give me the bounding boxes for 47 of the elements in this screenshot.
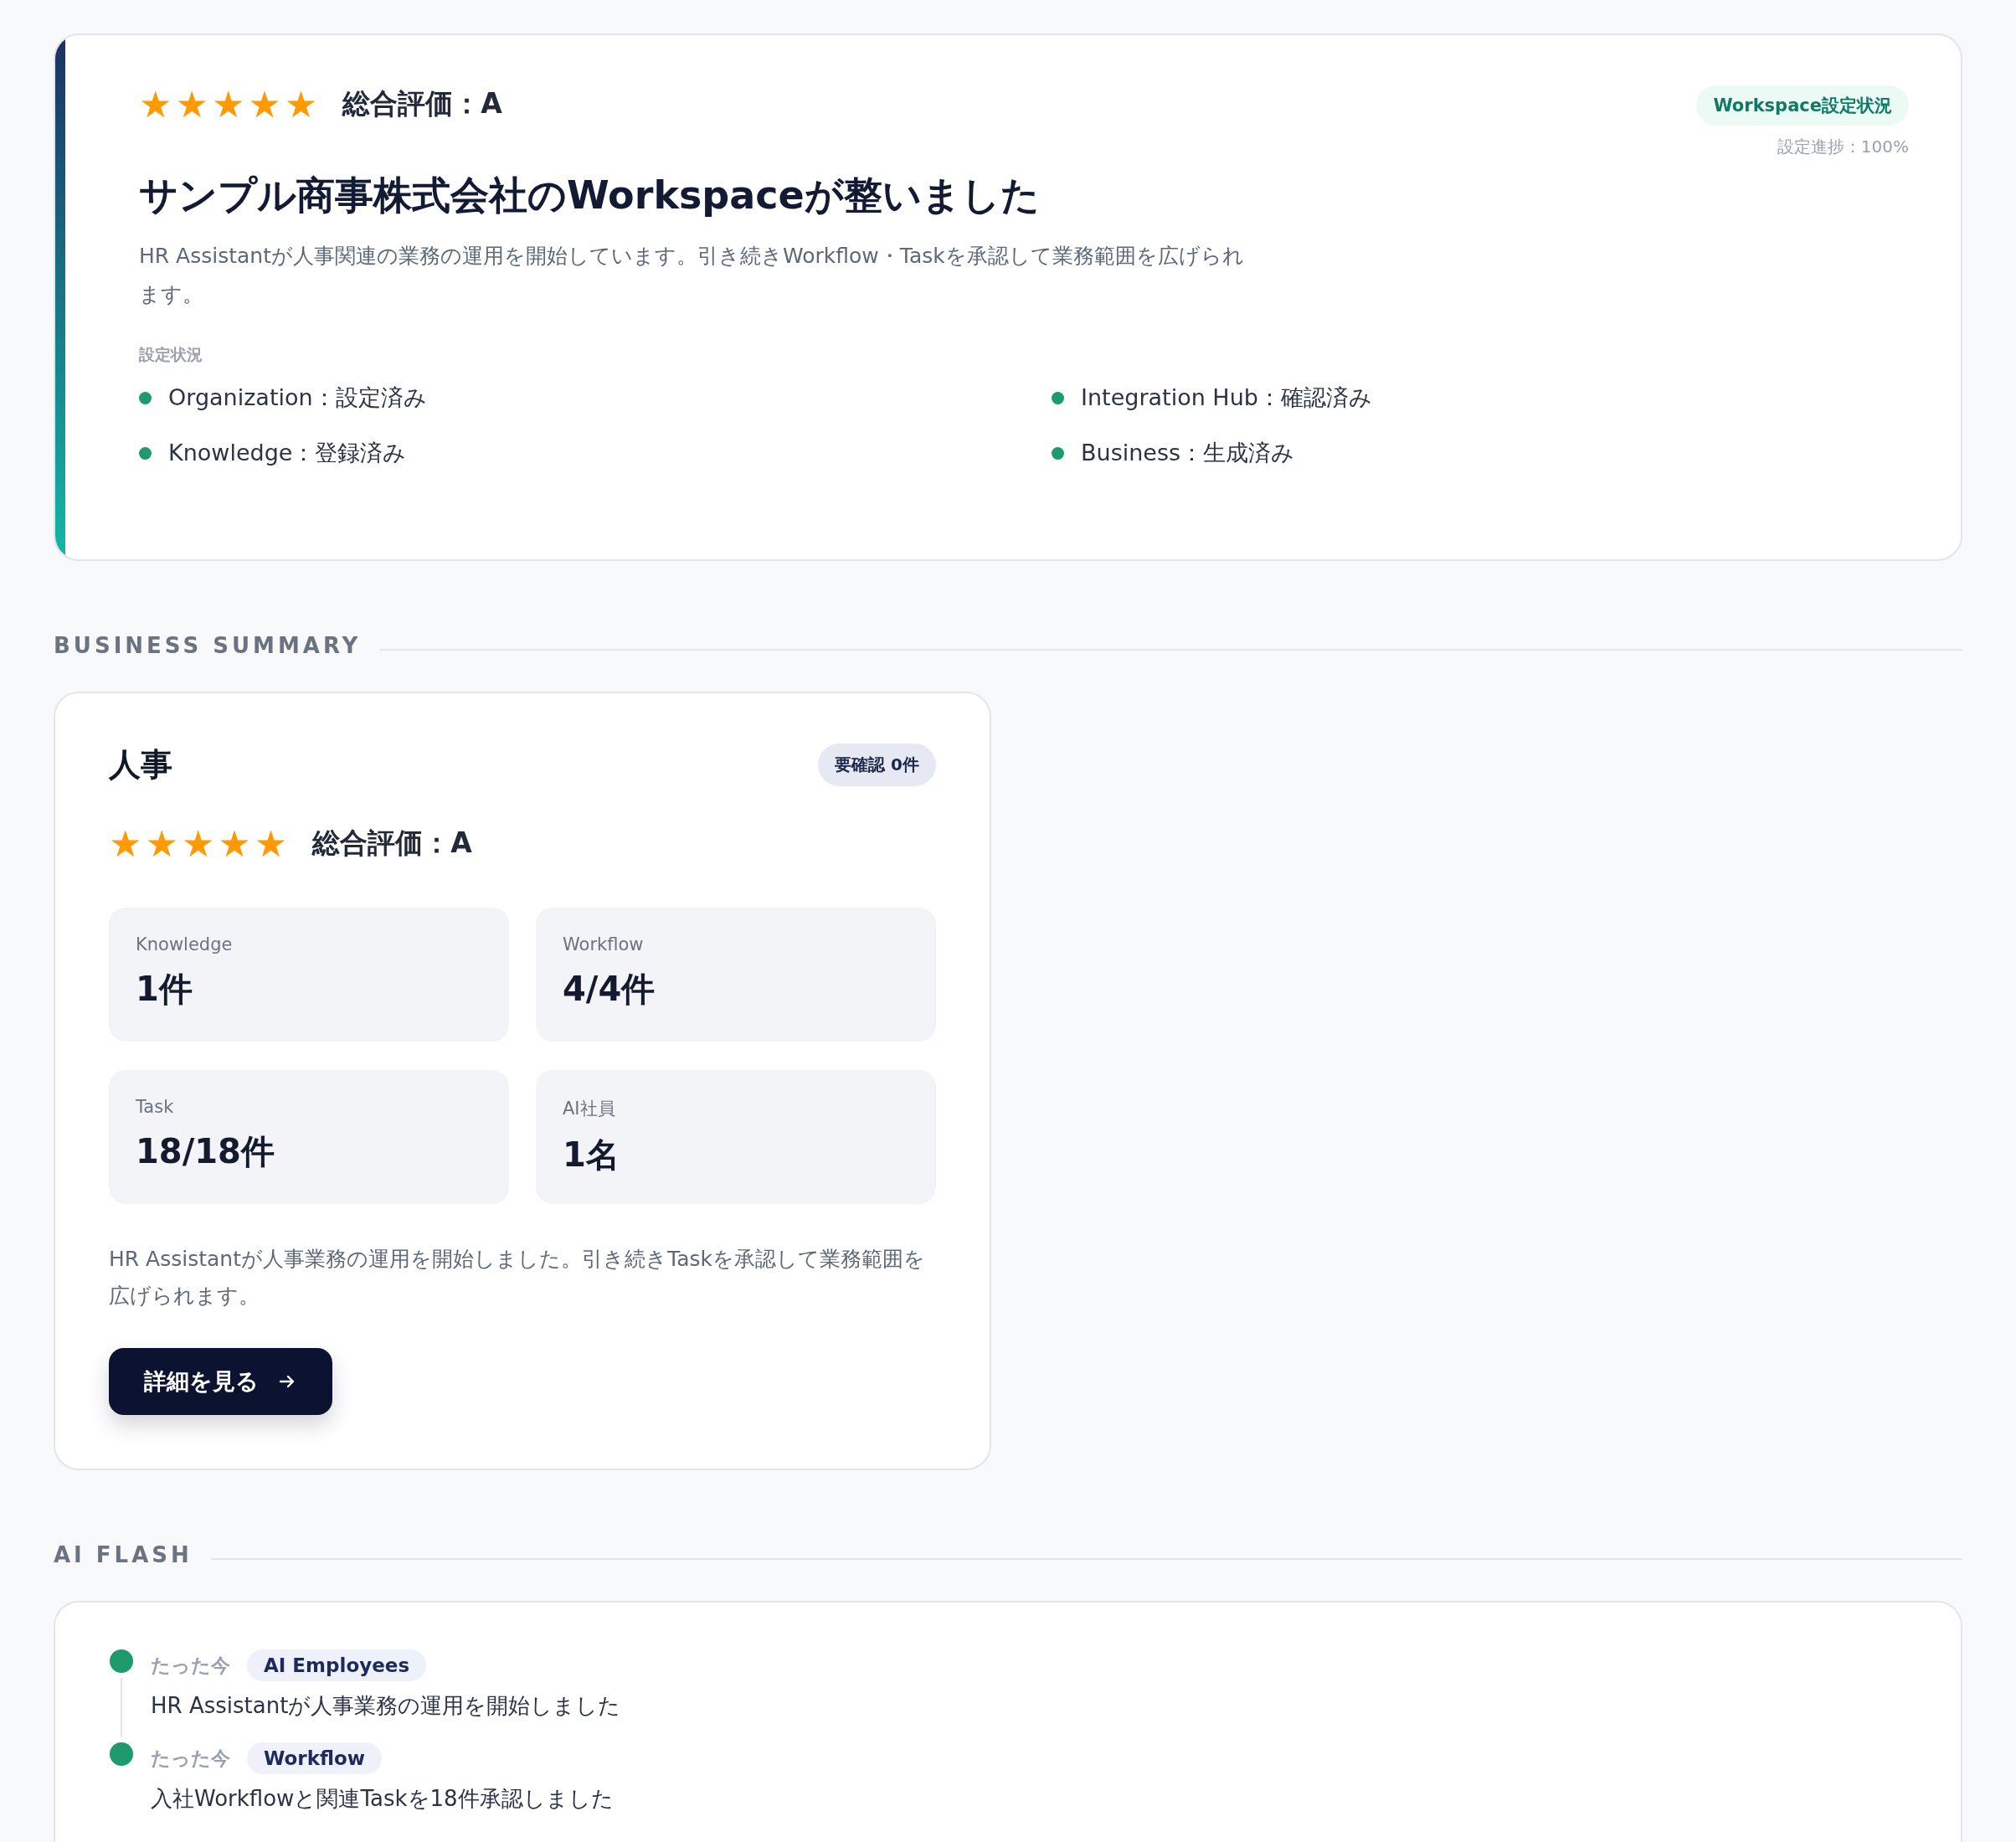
status-text: Organization：設定済み: [168, 383, 427, 412]
star-icon: ★: [145, 825, 178, 862]
star-icon: ★: [248, 85, 281, 123]
progress-text: 設定進捗：100%: [1777, 136, 1909, 158]
status-text: Integration Hub：確認済み: [1081, 383, 1372, 412]
star-icon: ★: [218, 825, 251, 862]
time-text: たった今: [151, 1653, 230, 1678]
section-label: 設定状況: [139, 344, 203, 365]
description-text: HR Assistantが人事関連の業務の運用を開始しています。引き続きWorkflow・Taskを承認して業務範囲を広げられます。: [139, 243, 1245, 308]
star-icon: ★: [284, 85, 318, 123]
stat-label: AI社員: [563, 1098, 616, 1120]
stat-value: 1名: [563, 1135, 620, 1176]
section-heading: AI FLASH: [54, 1542, 193, 1567]
status-badge: Workspace設定状況: [1696, 85, 1909, 126]
stat-label: Workflow: [563, 934, 645, 954]
section-heading: BUSINESS SUMMARY: [54, 633, 362, 658]
status-text: Business：生成済み: [1081, 439, 1295, 467]
category-tag: AI Employees: [247, 1649, 427, 1681]
rating-text: 総合評価：A: [312, 826, 472, 861]
feed-message: HR Assistantが人事業務の運用を開始しました: [151, 1692, 621, 1720]
category-tag: Workflow: [247, 1742, 383, 1774]
feed-message: 入社Workflowと関連Taskを18件承認しました: [151, 1785, 614, 1813]
stat-label: Knowledge: [136, 934, 234, 954]
business-title: 人事: [109, 745, 172, 785]
stat-value: 18/18件: [136, 1131, 275, 1172]
rating-text: 総合評価：A: [342, 86, 502, 121]
stat-label: Task: [136, 1097, 175, 1117]
stat-value: 1件: [136, 969, 193, 1010]
star-icon: ★: [175, 85, 208, 123]
star-icon: ★: [109, 825, 142, 862]
stat-value: 4/4件: [563, 969, 656, 1010]
workspace-title: サンプル商事株式会社のWorkspaceが整いました: [139, 172, 1041, 219]
time-text: たった今: [151, 1746, 230, 1771]
star-icon: ★: [181, 825, 215, 862]
status-text: Knowledge：登録済み: [168, 439, 407, 467]
status-dot: [139, 446, 152, 460]
status-dot: [1052, 446, 1064, 460]
status-dot: [139, 391, 152, 404]
star-icon: ★: [211, 85, 245, 123]
timeline-dot: [110, 1742, 133, 1766]
review-badge: 要確認 0件: [818, 743, 936, 786]
timeline-dot: [110, 1649, 133, 1673]
star-icon: ★: [254, 825, 288, 862]
status-dot: [1052, 391, 1064, 404]
description-text: HR Assistantが人事業務の運用を開始しました。引き続きTaskを承認して業務範囲を広げられます。: [109, 1246, 926, 1309]
star-icon: ★: [139, 85, 172, 123]
details-button[interactable]: 詳細を見る: [109, 1348, 332, 1415]
